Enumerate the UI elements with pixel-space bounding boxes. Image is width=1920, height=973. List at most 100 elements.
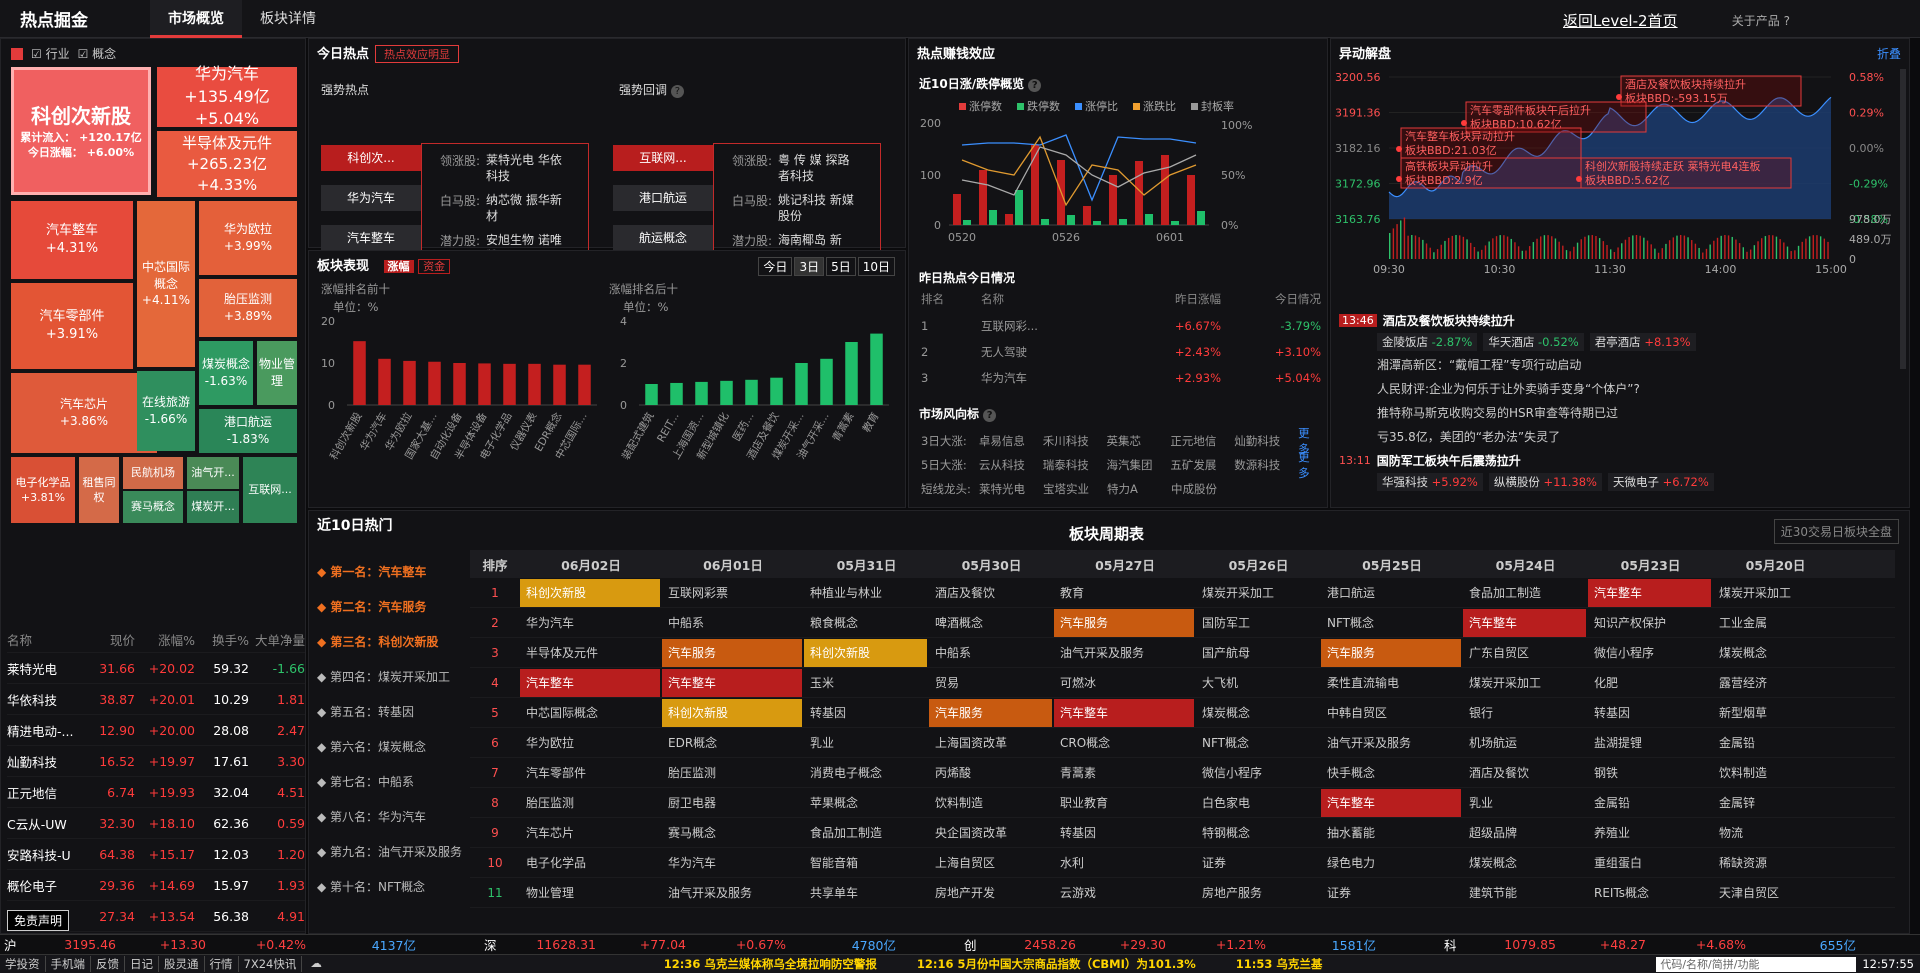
cycle-cell[interactable]: 科创次新股: [520, 578, 660, 607]
cycle-cell[interactable]: 微信小程序: [1588, 639, 1711, 667]
cycle-cell[interactable]: EDR概念: [662, 729, 802, 757]
news-stock-chip[interactable]: 君亭酒店 +8.13%: [1589, 333, 1696, 351]
cycle-cell[interactable]: 种植业与林业: [804, 579, 927, 607]
heatmap-tile[interactable]: 油气开...: [187, 457, 239, 489]
cycle-cell[interactable]: 乳业: [804, 729, 927, 757]
cycle-cell[interactable]: 房地产开发: [929, 879, 1052, 907]
ticker-item[interactable]: 12:16 5月份中国大宗商品指数（CBMI）为101.3%: [917, 956, 1196, 972]
wind-cell[interactable]: 英集芯: [1107, 433, 1171, 449]
cycle-cell[interactable]: 新型烟草: [1713, 699, 1836, 727]
hot10-item[interactable]: ◆ 第五名：转基因: [317, 695, 467, 730]
hot-sector-button[interactable]: 航运概念: [613, 225, 713, 251]
wind-cell[interactable]: 灿勤科技: [1234, 433, 1298, 449]
period-tab[interactable]: 10日: [857, 257, 895, 276]
cycle-cell[interactable]: 特钢概念: [1196, 819, 1319, 847]
cycle-cell[interactable]: 汽车服务: [1054, 608, 1194, 637]
cycle-cell[interactable]: 汽车服务: [662, 638, 802, 667]
index-quote[interactable]: 创 2458.26 +29.30 +1.21% 1581亿: [960, 935, 1440, 954]
cycle-cell[interactable]: 半导体及元件: [520, 639, 660, 667]
cycle-cell[interactable]: 上海国资改革: [929, 729, 1052, 757]
cycle-cell[interactable]: 中船系: [662, 609, 802, 637]
cycle-cell[interactable]: 互联网彩票: [662, 579, 802, 607]
wind-cell[interactable]: 五矿发展: [1170, 457, 1234, 473]
cycle-cell[interactable]: 国防军工: [1196, 609, 1319, 637]
cycle-cell[interactable]: 华为汽车: [520, 609, 660, 637]
hot10-item[interactable]: ◆ 第六名：煤炭概念: [317, 730, 467, 765]
table-row[interactable]: 安路科技-U 64.38 +15.17 12.03 1.20: [7, 839, 305, 870]
grid-icon[interactable]: [11, 47, 23, 60]
heatmap-tile[interactable]: 物业管理: [257, 341, 297, 405]
cycle-cell[interactable]: NFT概念: [1196, 729, 1319, 757]
hot10-item[interactable]: ◆ 第八名：华为汽车: [317, 800, 467, 835]
table-row[interactable]: 1 互联网彩... +6.67% -3.79%: [921, 313, 1321, 339]
cycle-cell[interactable]: 华为汽车: [662, 849, 802, 877]
cycle-cell[interactable]: 丙烯酸: [929, 759, 1052, 787]
detail-stocks[interactable]: 纳芯微 振华新材: [486, 192, 562, 224]
cycle-cell[interactable]: 物业管理: [520, 879, 660, 907]
heatmap-tile[interactable]: 汽车芯片 +3.86%: [11, 373, 157, 453]
cycle-cell[interactable]: 科创次新股: [662, 698, 802, 727]
period-tab[interactable]: 今日: [758, 257, 793, 276]
cycle-cell[interactable]: 汽车服务: [929, 698, 1052, 727]
news-item[interactable]: 13:11 国防军工板块午后震荡拉升: [1339, 449, 1901, 471]
news-stock-chip[interactable]: 华强科技 +5.92%: [1377, 473, 1483, 491]
heatmap-tile[interactable]: 港口航运 -1.83%: [199, 409, 297, 453]
cycle-cell[interactable]: 煤炭概念: [1713, 639, 1836, 667]
cycle-cell[interactable]: 稀缺资源: [1713, 849, 1836, 877]
heatmap-tile[interactable]: 华为汽车 +135.49亿 +5.04%: [157, 64, 297, 128]
cycle-cell[interactable]: 港口航运: [1321, 579, 1461, 607]
cycle-cell[interactable]: 饮料制造: [1713, 759, 1836, 787]
cycle-cell[interactable]: 煤炭概念: [1463, 849, 1586, 877]
all-sectors-button[interactable]: 近30交易日板块全盘: [1773, 519, 1899, 544]
cycle-cell[interactable]: 银行: [1463, 699, 1586, 727]
cycle-cell[interactable]: 乳业: [1463, 789, 1586, 817]
news-ticker[interactable]: 12:36 乌克兰媒体称乌全境拉响防空警报 12:16 5月份中国大宗商品指数（C…: [330, 956, 1657, 972]
cycle-cell[interactable]: 粮食概念: [804, 609, 927, 637]
cycle-cell[interactable]: CRO概念: [1054, 729, 1194, 757]
cycle-cell[interactable]: 重组蛋白: [1588, 849, 1711, 877]
about-product-link[interactable]: 关于产品 ?: [1732, 12, 1790, 29]
ticker-item[interactable]: 11:53 乌克兰基: [1236, 956, 1323, 972]
wind-cell[interactable]: 宝塔实业: [1043, 481, 1107, 497]
cycle-cell[interactable]: 职业教育: [1054, 789, 1194, 817]
hot10-item[interactable]: ◆ 第十名：NFT概念: [317, 870, 467, 905]
cycle-cell[interactable]: 养殖业: [1588, 819, 1711, 847]
concept-checkbox[interactable]: ☑ 概念: [78, 45, 117, 62]
heatmap-tile[interactable]: 互联网...: [243, 457, 297, 523]
hot10-item[interactable]: ◆ 第七名：中船系: [317, 765, 467, 800]
cycle-cell[interactable]: 汽车零部件: [520, 759, 660, 787]
cloud-icon[interactable]: ☁: [302, 956, 330, 972]
cycle-cell[interactable]: 汽车整车: [662, 668, 802, 697]
index-quote[interactable]: 深 11628.31 +77.04 +0.67% 4780亿: [480, 935, 960, 954]
search-input[interactable]: 代码/名称/简拼/功能: [1656, 956, 1857, 972]
cycle-cell[interactable]: 赛马概念: [662, 819, 802, 847]
cycle-cell[interactable]: 油气开采及服务: [1321, 729, 1461, 757]
period-tab[interactable]: 5日: [826, 257, 856, 276]
hot10-item[interactable]: ◆ 第九名：油气开采及服务: [317, 835, 467, 870]
wind-cell[interactable]: 瑞泰科技: [1043, 457, 1107, 473]
cycle-cell[interactable]: 快手概念: [1321, 759, 1461, 787]
heatmap-tile[interactable]: 赛马概念: [123, 491, 183, 523]
cycle-cell[interactable]: 汽车服务: [1321, 638, 1461, 667]
heatmap-tile[interactable]: 电子化学品 +3.81%: [11, 457, 75, 523]
news-stock-chip[interactable]: 华天酒店 -0.52%: [1483, 333, 1584, 351]
cycle-cell[interactable]: 微信小程序: [1196, 759, 1319, 787]
cycle-cell[interactable]: 证券: [1196, 849, 1319, 877]
cycle-cell[interactable]: 绿色电力: [1321, 849, 1461, 877]
news-line[interactable]: 亏35.8亿，美团的“老办法”失灵了: [1377, 425, 1901, 449]
detail-stocks[interactable]: 粤 传 媒 探路者科技: [778, 152, 854, 184]
table-row[interactable]: 2 无人驾驶 +2.43% +3.10%: [921, 339, 1321, 365]
detail-stocks[interactable]: 莱特光电 华依科技: [486, 152, 562, 184]
cycle-cell[interactable]: 酒店及餐饮: [1463, 759, 1586, 787]
table-row[interactable]: 灿勤科技 16.52 +19.97 17.61 3.30: [7, 746, 305, 777]
table-row[interactable]: C云从-UW 32.30 +18.10 62.36 0.59: [7, 808, 305, 839]
cycle-cell[interactable]: 金属锌: [1713, 789, 1836, 817]
heatmap-tile[interactable]: 在线旅游 -1.66%: [137, 371, 195, 451]
table-row[interactable]: 正元地信 6.74 +19.93 32.04 4.51: [7, 777, 305, 808]
heatmap-tile[interactable]: 华为欧拉 +3.99%: [199, 201, 297, 275]
cycle-cell[interactable]: 天津自贸区: [1713, 879, 1836, 907]
cycle-cell[interactable]: 玉米: [804, 669, 927, 697]
cycle-cell[interactable]: 汽车整车: [520, 668, 660, 697]
footer-link[interactable]: 手机端: [46, 956, 91, 972]
cycle-cell[interactable]: 云游戏: [1054, 879, 1194, 907]
